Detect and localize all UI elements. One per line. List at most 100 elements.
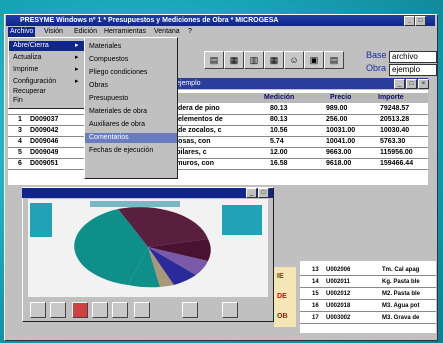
tool-print-icon[interactable]: ▣: [304, 51, 324, 69]
table-row[interactable]: 6 D009051 m3. De hormigón H-175 en muros…: [8, 159, 428, 170]
menu-help[interactable]: ?: [186, 27, 194, 37]
submenu-item-obras[interactable]: Obras: [85, 81, 177, 91]
chart-window-titlebar: _ □: [22, 188, 273, 198]
row-num: 5: [18, 149, 22, 156]
side-labels: IE DE OB: [274, 267, 296, 327]
menu-item-actualiza[interactable]: Actualiza: [9, 53, 85, 63]
row-desc: Tm. Cal apag: [382, 267, 420, 273]
obra-input[interactable]: ejemplo: [389, 64, 437, 76]
menu-item-imprime[interactable]: Imprime: [9, 65, 85, 75]
submenu-item-compuestos[interactable]: Compuestos: [85, 55, 177, 65]
side-label: OB: [277, 313, 288, 320]
base-input[interactable]: archivo: [389, 51, 437, 63]
chart-3d-icon[interactable]: [134, 302, 150, 318]
row-med: 80.13: [270, 105, 288, 112]
submenu-item-comentarios[interactable]: Comentarios: [85, 133, 177, 143]
grid-title-text: ejemplo: [176, 80, 201, 87]
table-row[interactable]: 15 U002012 M2. Pasta ble: [300, 289, 436, 300]
chart-line-icon[interactable]: [50, 302, 66, 318]
menu-archivo[interactable]: Archivo: [8, 27, 36, 37]
row-med: 12.00: [270, 149, 288, 156]
row-code: U002018: [326, 303, 351, 309]
table-row[interactable]: 14 U002011 Kg. Pasta ble: [300, 277, 436, 288]
chart-close-icon[interactable]: [222, 302, 238, 318]
side-label: IE: [277, 273, 284, 280]
table-row[interactable]: 1 D009037 elementos de 80.13 256.00 2051…: [8, 115, 428, 126]
submenu-item-auxiliares-obra[interactable]: Auxiliares de obra: [85, 120, 177, 130]
menu-edicion[interactable]: Edición: [72, 27, 99, 37]
chart-title-bar: [90, 201, 180, 207]
grid-close-icon[interactable]: ×: [418, 79, 429, 89]
submenu-item-presupuesto[interactable]: Presupuesto: [85, 94, 177, 104]
row-total: 20513.28: [380, 116, 410, 123]
row-total: 5763.30: [380, 138, 406, 145]
tool-people-icon[interactable]: ☺: [284, 51, 304, 69]
row-price: 10041.00: [326, 138, 356, 145]
menu-vision[interactable]: Visión: [42, 27, 65, 37]
chart-area-icon[interactable]: [92, 302, 108, 318]
row-desc: elementos de: [178, 116, 223, 123]
table-row[interactable]: 5 D009049 m3. De hormigón H-175 en pilar…: [8, 148, 428, 159]
table-row[interactable]: 3 D009042 de zocalos, c 10.56 10031.00 1…: [8, 126, 428, 137]
menu-item-fin[interactable]: Fin: [9, 96, 85, 106]
pie-slices: [74, 207, 211, 288]
chart-print-icon[interactable]: [182, 302, 198, 318]
row-total: 115956.00: [380, 149, 413, 156]
archivo-menu: Abre/Cierra Actualiza Imprime Configurac…: [8, 37, 86, 109]
menu-herramientas[interactable]: Herramientas: [102, 27, 148, 37]
base-label: Base: [366, 50, 387, 60]
chart-maximize-icon[interactable]: □: [258, 188, 269, 198]
row-code: U002006: [326, 267, 351, 273]
row-desc: de zocalos, c: [178, 127, 222, 134]
grid-maximize-icon[interactable]: □: [406, 79, 417, 89]
row-code: D009049: [30, 149, 59, 156]
submenu-item-pliego[interactable]: Pliego condiciones: [85, 68, 177, 78]
menu-item-configuracion[interactable]: Configuración: [9, 77, 85, 87]
chart-bar-icon[interactable]: [30, 302, 46, 318]
row-desc: M3. Grava de: [382, 315, 420, 321]
row-price: 10031.00: [326, 127, 356, 134]
row-num: 15: [312, 291, 319, 297]
row-code: D009051: [30, 160, 59, 167]
submenu-item-materiales[interactable]: Materiales: [85, 42, 177, 52]
table-row[interactable]: 4 D009046 m3. De hormigón H-175 en losas…: [8, 137, 428, 148]
row-code: D009046: [30, 138, 59, 145]
tool-grid-icon[interactable]: ▦: [224, 51, 244, 69]
tool-chart-icon[interactable]: ▥: [244, 51, 264, 69]
row-price: 256.00: [326, 116, 348, 123]
maximize-icon[interactable]: □: [415, 16, 426, 26]
row-num: 14: [312, 279, 319, 285]
table-row[interactable]: 13 U002006 Tm. Cal apag: [300, 265, 436, 276]
row-num: 16: [312, 303, 319, 309]
row-num: 4: [18, 138, 22, 145]
chart-stack-icon[interactable]: [112, 302, 128, 318]
tool-table-icon[interactable]: ▦: [264, 51, 284, 69]
submenu-item-materiales-obra[interactable]: Materiales de obra: [85, 107, 177, 117]
tool-book-icon[interactable]: ▤: [324, 51, 344, 69]
col-medicion: Medición: [264, 94, 295, 101]
row-price: 9618.00: [326, 160, 352, 167]
tool-doc-icon[interactable]: ▤: [204, 51, 224, 69]
row-med: 5.74: [270, 138, 284, 145]
minimize-icon[interactable]: _: [404, 16, 415, 26]
row-med: 16.58: [270, 160, 288, 167]
submenu-item-fechas[interactable]: Fechas de ejecución: [85, 146, 177, 156]
grid-minimize-icon[interactable]: _: [394, 79, 405, 89]
menu-item-abre-cierra[interactable]: Abre/Cierra: [9, 41, 85, 51]
abre-cierra-submenu: Materiales Compuestos Pliego condiciones…: [84, 37, 178, 179]
chart-pie-icon[interactable]: [72, 302, 88, 318]
row-desc: Kg. Pasta ble: [382, 279, 420, 285]
chart-legend-right: [222, 205, 262, 235]
row-desc: M3. Agua pot: [382, 303, 420, 309]
menu-ventana[interactable]: Ventana: [152, 27, 182, 37]
chart-minimize-icon[interactable]: _: [246, 188, 257, 198]
side-label: DE: [277, 293, 287, 300]
row-code: U003002: [326, 315, 351, 321]
obra-label: Obra: [366, 63, 387, 73]
row-price: 989.00: [326, 105, 348, 112]
row-total: 159466.44: [380, 160, 414, 167]
row-code: U002011: [326, 279, 351, 285]
table-row[interactable]: 17 U003002 M3. Grava de: [300, 313, 436, 324]
pie-chart: [30, 201, 262, 288]
table-row[interactable]: 16 U002018 M3. Agua pot: [300, 301, 436, 312]
